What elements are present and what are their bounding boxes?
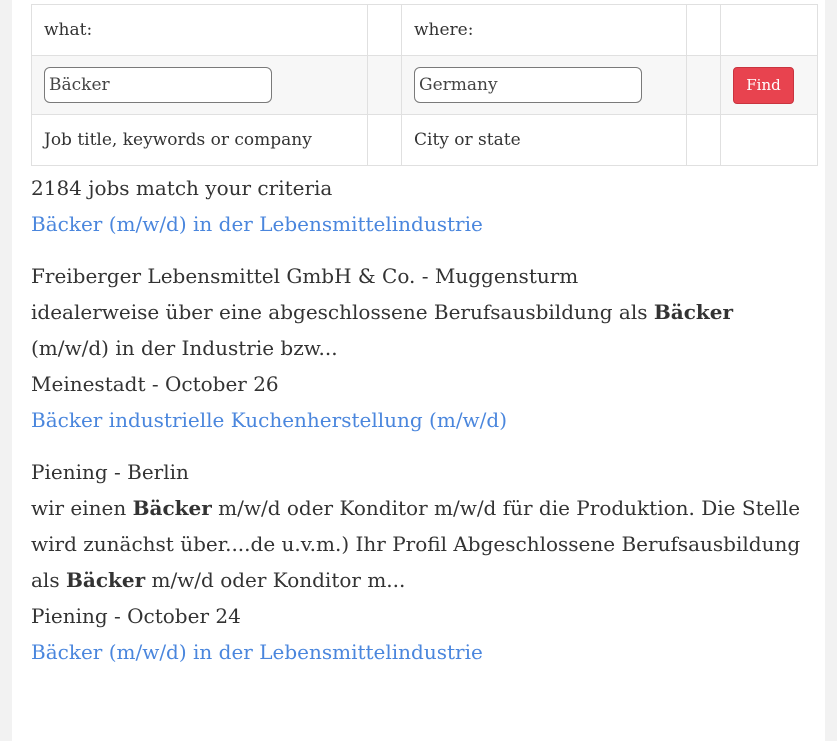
results-count: 2184 jobs match your criteria	[31, 176, 333, 200]
job-company-location: Freiberger Lebensmittel GmbH & Co. - Mug…	[31, 264, 579, 288]
job-title-link[interactable]: Bäcker (m/w/d) in der Lebensmittelindust…	[31, 206, 811, 242]
where-hint: City or state	[401, 114, 687, 166]
job-snippet: wir einen Bäcker m/w/d oder Konditor m/w…	[31, 496, 801, 592]
where-input[interactable]	[414, 67, 642, 103]
what-input[interactable]	[44, 67, 272, 103]
what-hint: Job title, keywords or company	[31, 114, 368, 166]
what-label: what:	[31, 4, 368, 56]
keyword-highlight: Bäcker	[65, 568, 146, 592]
job-title-link[interactable]: Bäcker industrielle Kuchenherstellung (m…	[31, 402, 811, 438]
job-company-location: Piening - Berlin	[31, 460, 189, 484]
job-title-link[interactable]: Bäcker (m/w/d) in der Lebensmittelindust…	[31, 634, 811, 670]
page: what: where: Find Job title, keywords or…	[12, 0, 825, 741]
find-button[interactable]: Find	[733, 66, 794, 104]
keyword-highlight: Bäcker	[132, 496, 212, 520]
job-snippet: idealerweise über eine abgeschlossene Be…	[31, 300, 734, 360]
where-label: where:	[401, 4, 687, 56]
keyword-highlight: Bäcker	[653, 300, 734, 324]
search-form: what: where: Find Job title, keywords or…	[31, 4, 818, 166]
job-source-date: Piening - October 24	[31, 604, 241, 628]
job-source-date: Meinestadt - October 26	[31, 372, 279, 396]
results-list: 2184 jobs match your criteria Bäcker (m/…	[31, 170, 811, 670]
